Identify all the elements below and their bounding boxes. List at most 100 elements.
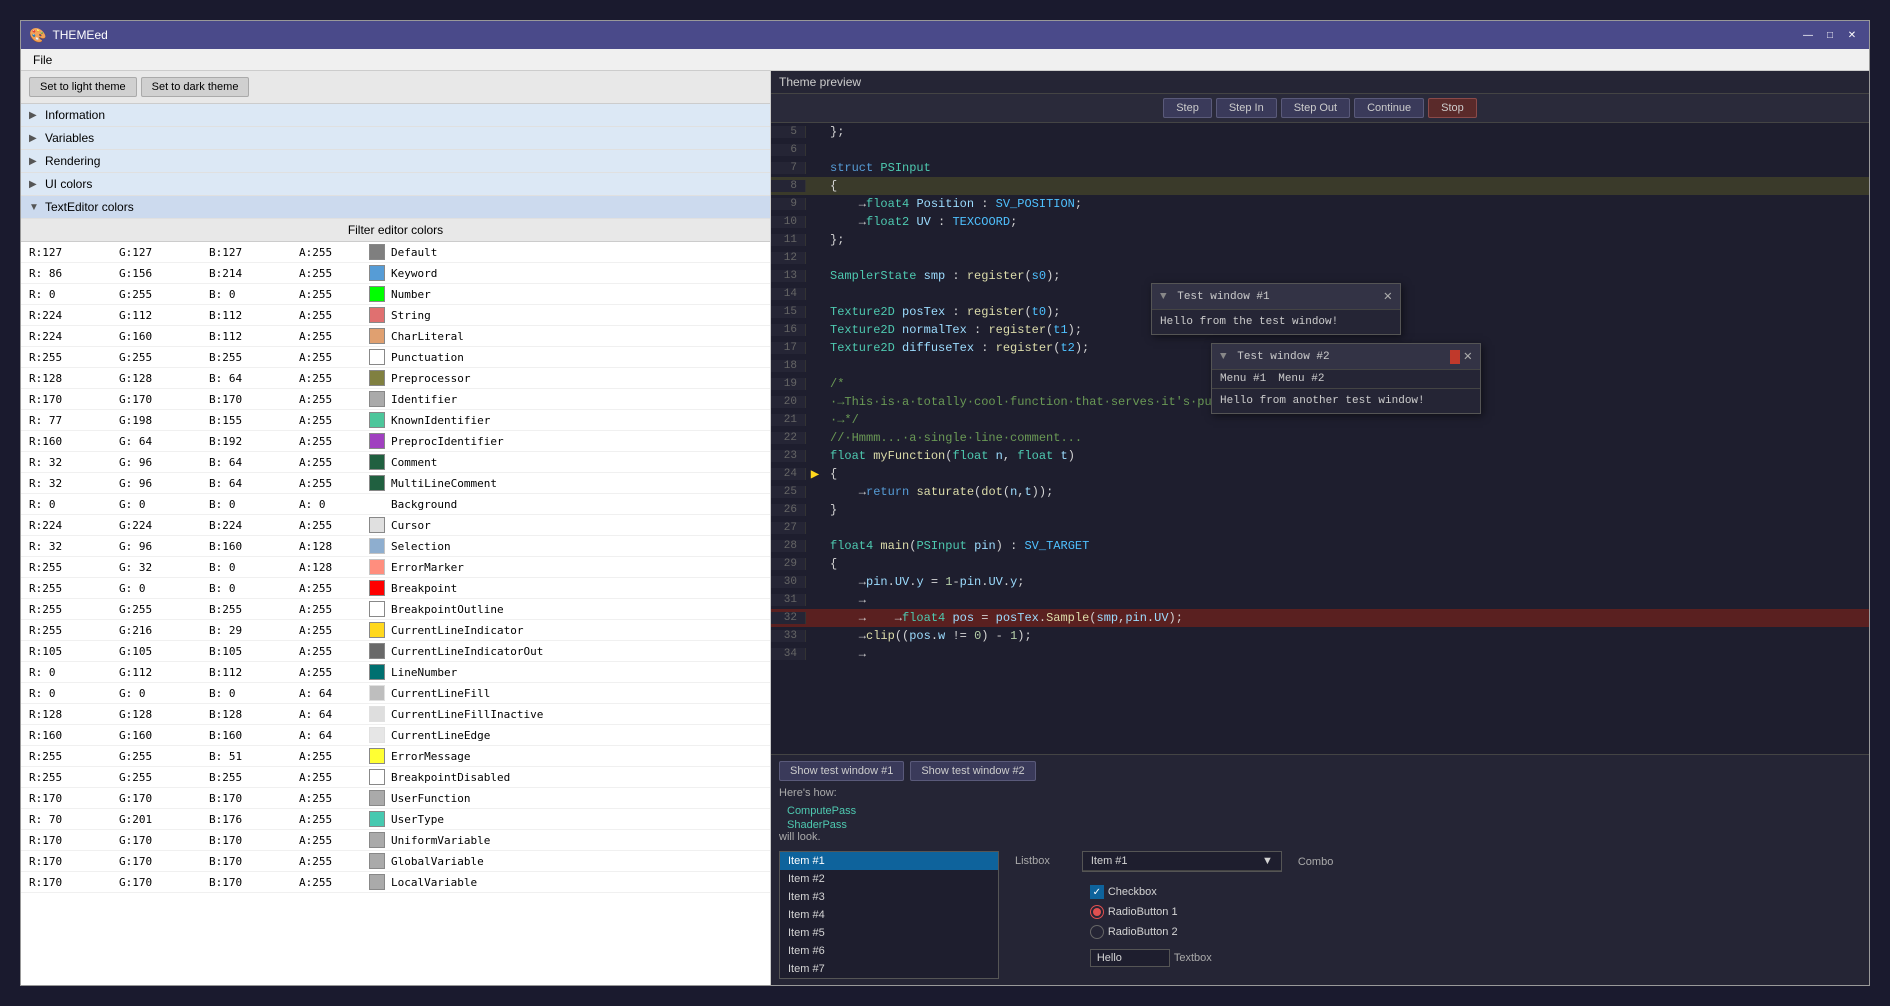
code-line: 28 float4 main(PSInput pin) : SV_TARGET [771,537,1869,555]
code-line: 23 float myFunction(float n, float t) [771,447,1869,465]
color-table-row[interactable]: R:255 G:255 B:255 A:255 Punctuation [21,347,770,368]
color-name-cell: BreakpointDisabled [369,769,569,785]
color-r: R:170 [29,855,119,868]
tree-item-rendering[interactable]: ▶ Rendering [21,150,770,173]
color-swatch [369,727,385,743]
color-name: Keyword [391,267,437,280]
color-g: G:128 [119,708,209,721]
textbox-input[interactable] [1090,949,1170,967]
line-number: 34 [771,648,806,660]
listbox-label: Listbox [1007,851,1058,871]
color-table-row[interactable]: R:160 G: 64 B:192 A:255 PreprocIdentifie… [21,431,770,452]
color-b: B:127 [209,246,299,259]
floating-close-button[interactable]: ✕ [1464,348,1472,365]
checkbox-1[interactable]: ✓ [1090,885,1104,899]
color-table-row[interactable]: R: 0 G:112 B:112 A:255 LineNumber [21,662,770,683]
floating-close-button[interactable]: ✕ [1384,288,1392,305]
tree-item-ui-colors[interactable]: ▶ UI colors [21,173,770,196]
show-test-window-2-button[interactable]: Show test window #2 [910,761,1035,781]
tree-item-texteditor-colors[interactable]: ▼ TextEditor colors [21,196,770,219]
line-number: 9 [771,198,806,210]
color-g: G: 0 [119,687,209,700]
color-table-row[interactable]: R: 32 G: 96 B:160 A:128 Selection [21,536,770,557]
color-table-row[interactable]: R:170 G:170 B:170 A:255 UniformVariable [21,830,770,851]
stop-button[interactable]: Stop [1428,98,1477,118]
maximize-button[interactable]: □ [1821,26,1839,44]
color-name-cell: LocalVariable [369,874,569,890]
color-a: A:255 [299,456,369,469]
color-name: Punctuation [391,351,464,364]
step-button[interactable]: Step [1163,98,1212,118]
tree-item-information[interactable]: ▶ Information [21,104,770,127]
color-table-row[interactable]: R:170 G:170 B:170 A:255 GlobalVariable [21,851,770,872]
color-table-row[interactable]: R:255 G:255 B:255 A:255 BreakpointOutlin… [21,599,770,620]
tree-item-variables[interactable]: ▶ Variables [21,127,770,150]
combo-box[interactable]: Item #1 ▼ [1082,851,1282,872]
menu-file[interactable]: File [25,51,60,69]
floating-menubar: Menu #1 Menu #2 [1212,370,1480,389]
color-swatch [369,454,385,470]
radio-button-2[interactable] [1090,925,1104,939]
color-r: R:255 [29,750,119,763]
color-table-row[interactable]: R:224 G:224 B:224 A:255 Cursor [21,515,770,536]
color-table-row[interactable]: R:255 G:255 B: 51 A:255 ErrorMessage [21,746,770,767]
listbox-item[interactable]: Item #4 [780,906,998,924]
color-table-row[interactable]: R: 86 G:156 B:214 A:255 Keyword [21,263,770,284]
color-table-row[interactable]: R:224 G:160 B:112 A:255 CharLiteral [21,326,770,347]
color-table-row[interactable]: R:105 G:105 B:105 A:255 CurrentLineIndic… [21,641,770,662]
listbox-item[interactable]: Item #3 [780,888,998,906]
color-name-cell: UserType [369,811,569,827]
color-table-row[interactable]: R:170 G:170 B:170 A:255 LocalVariable [21,872,770,893]
color-table-row[interactable]: R:170 G:170 B:170 A:255 UserFunction [21,788,770,809]
floating-menu-item-2[interactable]: Menu #2 [1278,373,1324,385]
show-test-window-1-button[interactable]: Show test window #1 [779,761,904,781]
color-table-row[interactable]: R:128 G:128 B:128 A: 64 CurrentLineFillI… [21,704,770,725]
color-name: ErrorMessage [391,750,470,763]
combo-header[interactable]: Item #1 ▼ [1083,852,1281,871]
color-table-row[interactable]: R: 32 G: 96 B: 64 A:255 MultiLineComment [21,473,770,494]
color-table-row[interactable]: R: 0 G:255 B: 0 A:255 Number [21,284,770,305]
floating-menu-item-1[interactable]: Menu #1 [1220,373,1266,385]
listbox-item[interactable]: Item #2 [780,870,998,888]
color-swatch [369,349,385,365]
set-light-theme-button[interactable]: Set to light theme [29,77,137,97]
color-table-row[interactable]: R: 32 G: 96 B: 64 A:255 Comment [21,452,770,473]
color-a: A:128 [299,561,369,574]
color-table-row[interactable]: R:255 G:216 B: 29 A:255 CurrentLineIndic… [21,620,770,641]
color-g: G: 96 [119,477,209,490]
color-r: R:160 [29,729,119,742]
color-table-row[interactable]: R:255 G:255 B:255 A:255 BreakpointDisabl… [21,767,770,788]
color-name: CurrentLineEdge [391,729,490,742]
color-table-row[interactable]: R: 70 G:201 B:176 A:255 UserType [21,809,770,830]
listbox-item[interactable]: Item #7 [780,960,998,978]
continue-button[interactable]: Continue [1354,98,1424,118]
color-table-row[interactable]: R:224 G:112 B:112 A:255 String [21,305,770,326]
listbox-item[interactable]: Item #5 [780,924,998,942]
color-r: R:255 [29,351,119,364]
color-table-row[interactable]: R:170 G:170 B:170 A:255 Identifier [21,389,770,410]
listbox-item[interactable]: Item #6 [780,942,998,960]
color-table-row[interactable]: R:127 G:127 B:127 A:255 Default [21,242,770,263]
color-name-cell: Identifier [369,391,569,407]
color-name: UserType [391,813,444,826]
color-table-row[interactable]: R:255 G: 0 B: 0 A:255 Breakpoint [21,578,770,599]
listbox-item[interactable]: Item #1 [780,852,998,870]
color-table-row[interactable]: R: 77 G:198 B:155 A:255 KnownIdentifier [21,410,770,431]
set-dark-theme-button[interactable]: Set to dark theme [141,77,250,97]
step-out-button[interactable]: Step Out [1281,98,1350,118]
close-button[interactable]: ✕ [1843,26,1861,44]
color-a: A:255 [299,267,369,280]
step-in-button[interactable]: Step In [1216,98,1277,118]
right-panel: Theme preview Step Step In Step Out Cont… [771,71,1869,985]
line-number: 23 [771,450,806,462]
color-table-row[interactable]: R:160 G:160 B:160 A: 64 CurrentLineEdge [21,725,770,746]
radio-button-1[interactable] [1090,905,1104,919]
color-table-row[interactable]: R: 0 G: 0 B: 0 A: 64 CurrentLineFill [21,683,770,704]
color-table: R:127 G:127 B:127 A:255 Default R: 86 G:… [21,242,770,985]
minimize-button[interactable]: — [1799,26,1817,44]
color-name-cell: LineNumber [369,664,569,680]
color-table-row[interactable]: R:128 G:128 B: 64 A:255 Preprocessor [21,368,770,389]
tree-item-label: UI colors [45,177,92,191]
color-table-row[interactable]: R: 0 G: 0 B: 0 A: 0 Background [21,494,770,515]
color-table-row[interactable]: R:255 G: 32 B: 0 A:128 ErrorMarker [21,557,770,578]
